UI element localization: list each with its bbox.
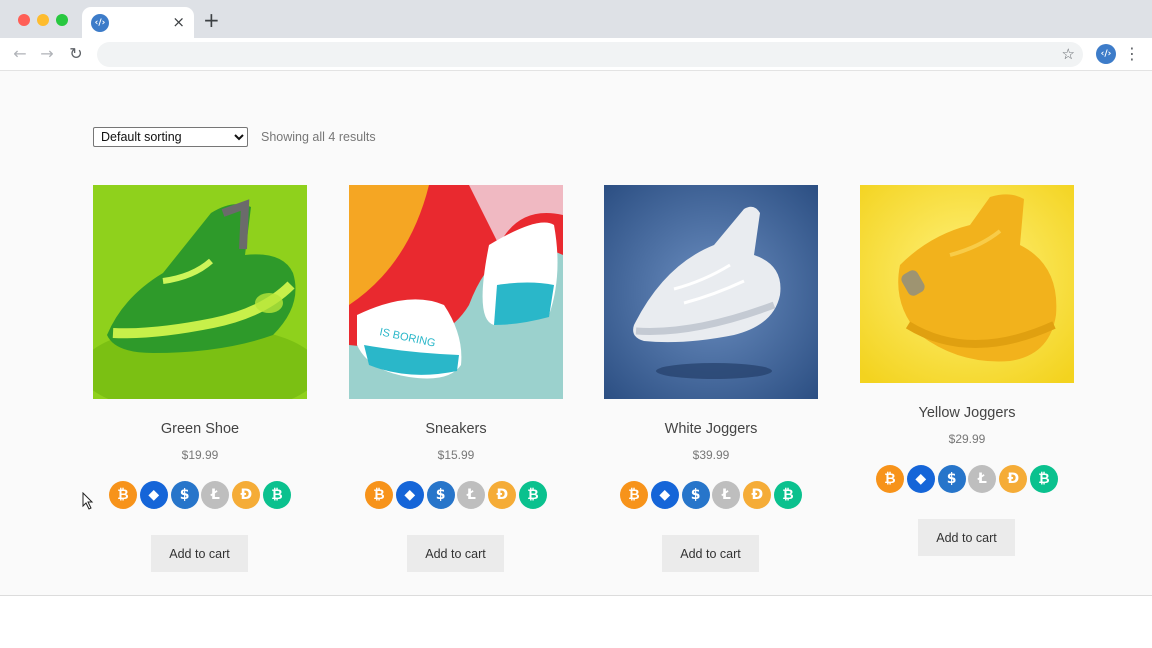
shop-page: Default sorting Showing all 4 results Gr…: [0, 72, 1152, 595]
product-price: $39.99: [692, 448, 730, 462]
product-name[interactable]: Sneakers: [349, 421, 563, 437]
crypto-icons-row: ₿ ◆ $ Ł Đ ₿: [365, 481, 547, 509]
product-name[interactable]: Yellow Joggers: [860, 405, 1074, 421]
address-bar[interactable]: ☆: [97, 42, 1083, 67]
dai-icon[interactable]: Đ: [232, 481, 261, 509]
usd-coin-icon[interactable]: $: [426, 481, 455, 509]
new-tab-icon[interactable]: +: [203, 10, 220, 30]
dai-icon[interactable]: Đ: [999, 465, 1028, 493]
add-to-cart-button[interactable]: Add to cart: [662, 535, 759, 572]
green-shoe-image[interactable]: [93, 185, 307, 399]
browser-toolbar: ← → ↻ ☆ ‹/› ⋮: [0, 38, 1152, 71]
crypto-icons-row: ₿ ◆ $ Ł Đ ₿: [876, 465, 1058, 493]
dai-icon[interactable]: Đ: [743, 481, 772, 509]
bitcoin-icon[interactable]: ₿: [620, 481, 648, 509]
profile-avatar[interactable]: ‹/›: [1096, 44, 1116, 64]
white-joggers-image[interactable]: [604, 185, 818, 399]
dai-icon[interactable]: Đ: [488, 481, 517, 509]
bitcoin-icon[interactable]: ₿: [365, 481, 393, 509]
browser-tab[interactable]: ‹/› ×: [82, 7, 194, 38]
forward-arrow-icon[interactable]: →: [36, 43, 58, 65]
product-card: IS BORING Sneakers $15.99 ₿ ◆ $ Ł Đ ₿ Add to …: [349, 185, 563, 575]
product-card: Yellow Joggers $29.99 ₿ ◆ $ Ł Đ ₿ Add to cart: [860, 185, 1074, 565]
bitcoin-cash-icon[interactable]: ₿: [1029, 465, 1058, 493]
maximize-window-button[interactable]: [56, 14, 68, 26]
usd-coin-icon[interactable]: $: [937, 465, 966, 493]
ethereum-icon[interactable]: ◆: [650, 481, 679, 509]
reload-icon[interactable]: ↻: [65, 43, 87, 65]
bitcoin-cash-icon[interactable]: ₿: [262, 481, 291, 509]
ethereum-icon[interactable]: ◆: [395, 481, 424, 509]
sorting-select[interactable]: Default sorting: [93, 127, 248, 147]
litecoin-icon[interactable]: Ł: [201, 481, 230, 509]
bitcoin-cash-icon[interactable]: ₿: [518, 481, 547, 509]
product-price: $29.99: [948, 432, 986, 446]
mouse-cursor-icon: [82, 492, 94, 510]
results-count: Showing all 4 results: [261, 130, 376, 144]
add-to-cart-button[interactable]: Add to cart: [151, 535, 248, 572]
ethereum-icon[interactable]: ◆: [139, 481, 168, 509]
product-card: White Joggers $39.99 ₿ ◆ $ Ł Đ ₿ Add to cart: [604, 185, 818, 575]
close-window-button[interactable]: [18, 14, 30, 26]
product-name[interactable]: White Joggers: [604, 421, 818, 437]
usd-coin-icon[interactable]: $: [681, 481, 710, 509]
tab-close-icon[interactable]: ×: [172, 13, 185, 31]
codepen-favicon-icon: ‹/›: [91, 14, 109, 32]
add-to-cart-button[interactable]: Add to cart: [918, 519, 1015, 556]
crypto-icons-row: ₿ ◆ $ Ł Đ ₿: [620, 481, 802, 509]
add-to-cart-button[interactable]: Add to cart: [407, 535, 504, 572]
menu-kebab-icon[interactable]: ⋮: [1124, 44, 1140, 64]
bitcoin-icon[interactable]: ₿: [109, 481, 137, 509]
minimize-window-button[interactable]: [37, 14, 49, 26]
browser-window: ‹/› × + ← → ↻ ☆ ‹/› ⋮ Default sorting Sh…: [0, 0, 1152, 596]
litecoin-icon[interactable]: Ł: [457, 481, 486, 509]
product-price: $15.99: [437, 448, 475, 462]
crypto-icons-row: ₿ ◆ $ Ł Đ ₿: [109, 481, 291, 509]
yellow-joggers-image[interactable]: [860, 185, 1074, 383]
bitcoin-cash-icon[interactable]: ₿: [773, 481, 802, 509]
litecoin-icon[interactable]: Ł: [968, 465, 997, 493]
product-price: $19.99: [181, 448, 219, 462]
ethereum-icon[interactable]: ◆: [906, 465, 935, 493]
bitcoin-icon[interactable]: ₿: [876, 465, 904, 493]
litecoin-icon[interactable]: Ł: [712, 481, 741, 509]
back-arrow-icon[interactable]: ←: [9, 43, 31, 65]
sneakers-image[interactable]: IS BORING: [349, 185, 563, 399]
product-name[interactable]: Green Shoe: [93, 421, 307, 437]
tab-bar: ‹/› × +: [0, 0, 1152, 38]
usd-coin-icon[interactable]: $: [170, 481, 199, 509]
bookmark-star-icon[interactable]: ☆: [1062, 44, 1075, 65]
product-card: Green Shoe $19.99 ₿ ◆ $ Ł Đ ₿ Add to cart: [93, 185, 307, 575]
